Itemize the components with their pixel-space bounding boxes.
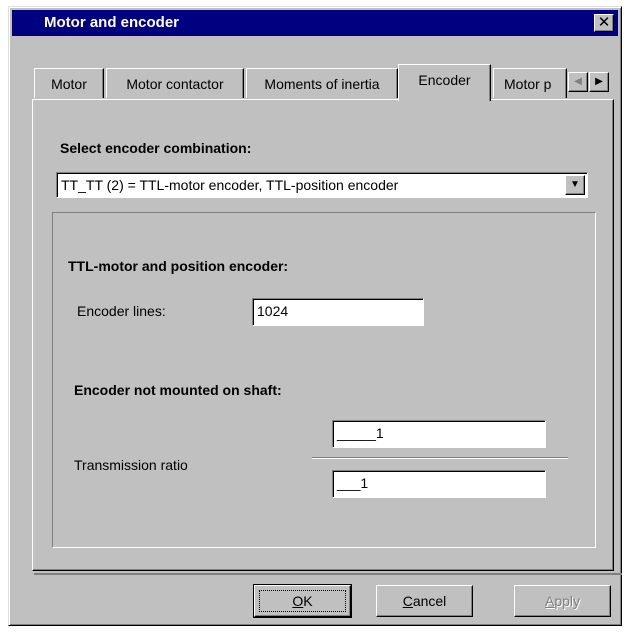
transmission-denominator-input[interactable]: ___1 xyxy=(332,470,546,498)
cancel-button[interactable]: Cancel xyxy=(376,585,473,617)
chevron-down-icon[interactable]: ▼ xyxy=(565,175,585,195)
tab-scroll-left-icon[interactable]: ◀ xyxy=(568,72,588,92)
footer-separator xyxy=(34,573,622,575)
tab-motor[interactable]: Motor xyxy=(34,68,104,98)
focus-rect xyxy=(259,590,346,612)
transmission-ratio-label: Transmission ratio xyxy=(74,457,188,473)
select-combination-label: Select encoder combination: xyxy=(60,140,252,156)
encoder-lines-label: Encoder lines: xyxy=(77,303,166,319)
shaft-heading: Encoder not mounted on shaft: xyxy=(74,382,282,398)
window-title: Motor and encoder xyxy=(44,14,180,31)
cancel-mnemonic: C xyxy=(402,593,413,609)
cancel-label: ancel xyxy=(412,593,447,609)
encoder-lines-input[interactable]: 1024 xyxy=(252,298,424,326)
close-icon[interactable]: ✕ xyxy=(594,14,614,32)
transmission-numerator-input[interactable]: _____1 xyxy=(332,420,546,448)
encoder-combination-select[interactable]: TT_TT (2) = TTL-motor encoder, TTL-posit… xyxy=(56,172,588,198)
ok-button[interactable]: OK xyxy=(253,584,352,618)
tab-motor-p[interactable]: Motor p xyxy=(493,68,567,98)
apply-label: pply xyxy=(554,593,581,609)
tab-scroll-right-icon[interactable]: ▶ xyxy=(589,72,609,92)
tab-encoder[interactable]: Encoder xyxy=(398,64,491,101)
apply-mnemonic: A xyxy=(544,593,555,609)
tab-motor-contactor[interactable]: Motor contactor xyxy=(106,68,244,98)
fraction-divider xyxy=(312,457,568,459)
ttl-encoder-heading: TTL-motor and position encoder: xyxy=(68,258,289,274)
tab-moments-of-inertia[interactable]: Moments of inertia xyxy=(246,68,398,98)
combination-value: TT_TT (2) = TTL-motor encoder, TTL-posit… xyxy=(61,177,399,193)
apply-button[interactable]: Apply xyxy=(514,585,611,617)
title-bar[interactable]: Motor and encoder ✕ xyxy=(12,10,618,36)
